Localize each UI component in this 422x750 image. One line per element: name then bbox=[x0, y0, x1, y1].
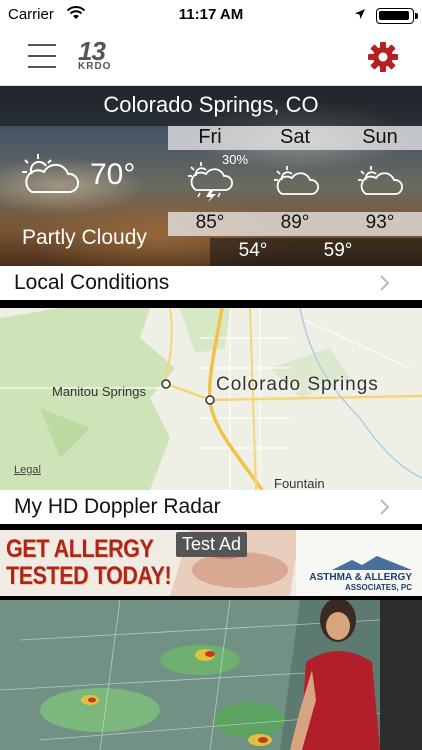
chevron-right-icon bbox=[380, 275, 390, 291]
video-thumbnail bbox=[0, 600, 422, 750]
forecast-day-fri: Fri bbox=[198, 126, 222, 148]
ad-headline: GET ALLERGY TESTED TODAY! bbox=[6, 535, 172, 590]
partly-cloudy-icon bbox=[18, 152, 80, 196]
krdo-logo: 13 KRDO bbox=[78, 36, 124, 76]
current-condition: Partly Cloudy bbox=[22, 226, 147, 249]
local-conditions-link[interactable]: Local Conditions bbox=[0, 266, 422, 300]
logo-callsign: KRDO bbox=[78, 61, 112, 72]
forecast-high-sun: 93° bbox=[365, 212, 395, 233]
forecast-low-fri: 54° bbox=[238, 240, 268, 261]
map-label-colorado-springs: Colorado Springs bbox=[216, 374, 379, 395]
current-temperature: 70° bbox=[90, 158, 136, 191]
logo-number: 13 bbox=[78, 36, 106, 66]
map-legal-link[interactable]: Legal bbox=[14, 464, 41, 476]
test-ad-badge: Test Ad bbox=[176, 532, 248, 557]
doppler-radar-link[interactable]: My HD Doppler Radar bbox=[0, 490, 422, 524]
radar-map[interactable]: Manitou Springs Colorado Springs Fountai… bbox=[0, 308, 422, 490]
forecast-day-sat: Sat bbox=[279, 126, 311, 148]
forecast-day-sun: Sun bbox=[362, 126, 398, 148]
map-label-manitou: Manitou Springs bbox=[52, 384, 146, 399]
local-conditions-label: Local Conditions bbox=[14, 271, 170, 294]
ad-brand-logo: ASTHMA & ALLERGY ASSOCIATES, PC bbox=[309, 556, 412, 592]
ad-brand-name: ASTHMA & ALLERGY bbox=[309, 572, 412, 583]
doppler-radar-label: My HD Doppler Radar bbox=[14, 495, 221, 518]
battery-icon bbox=[376, 8, 418, 24]
partly-cloudy-icon bbox=[274, 162, 320, 202]
map-label-fountain: Fountain bbox=[274, 476, 325, 490]
ad-brand-sub: ASSOCIATES, PC bbox=[345, 583, 412, 592]
status-bar: Carrier 11:17 AM bbox=[0, 0, 422, 30]
app-header: 13 KRDO bbox=[0, 30, 422, 86]
partly-cloudy-icon bbox=[358, 162, 404, 202]
thunderstorm-icon bbox=[188, 162, 234, 202]
weather-video-tile[interactable] bbox=[0, 600, 422, 750]
gear-icon[interactable] bbox=[366, 40, 400, 74]
map-graphic bbox=[0, 308, 422, 490]
chevron-right-icon bbox=[380, 499, 390, 515]
mountain-logo-icon bbox=[332, 556, 412, 570]
forecast-high-fri: 85° bbox=[195, 212, 225, 233]
hamburger-menu-button[interactable] bbox=[28, 44, 58, 70]
location-arrow-icon bbox=[354, 7, 366, 24]
ad-headline-line2: TESTED TODAY! bbox=[6, 562, 172, 590]
city-name: Colorado Springs, CO bbox=[103, 92, 319, 117]
ad-headline-line1: GET ALLERGY bbox=[6, 535, 154, 563]
forecast-high-sat: 89° bbox=[280, 212, 310, 233]
weather-panel[interactable]: Colorado Springs, CO 70° Partly Cloudy F… bbox=[0, 86, 422, 266]
forecast-low-sat: 59° bbox=[323, 240, 353, 261]
